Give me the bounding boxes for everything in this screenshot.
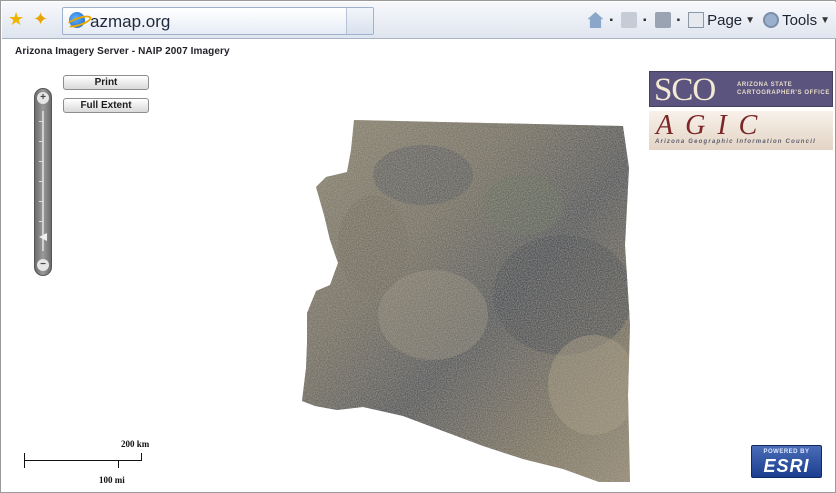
new-tab-button[interactable] (346, 8, 373, 34)
sco-logo-letters: SCO (654, 72, 716, 108)
scale-tick (24, 453, 25, 468)
esri-logo[interactable]: POWERED BY ESRI (751, 445, 822, 478)
scale-line (24, 460, 142, 461)
chevron-down-icon[interactable]: ▪ (643, 15, 647, 26)
sco-logo[interactable]: SCO ARIZONA STATE CARTOGRAPHER'S OFFICE (649, 71, 833, 107)
scale-km-label: 200 km (121, 439, 150, 449)
home-button[interactable]: ▪ (587, 12, 613, 28)
chevron-down-icon[interactable]: ▪ (677, 15, 681, 26)
add-favorites-star-icon[interactable]: ✦ (33, 10, 48, 28)
esri-logo-tagline: POWERED BY (763, 449, 810, 455)
print-button[interactable]: Print (63, 75, 149, 90)
favorites-star-icon[interactable]: ★ (8, 10, 24, 28)
full-extent-button[interactable]: Full Extent (63, 98, 149, 113)
feeds-button[interactable]: ▪ (621, 12, 647, 28)
agic-logo-letters: AGIC (656, 110, 770, 141)
zoom-slider[interactable]: + − (34, 88, 52, 276)
gear-icon (763, 12, 780, 28)
page-menu-label: Page (707, 11, 743, 29)
esri-logo-name: ESRI (763, 456, 810, 476)
zoom-tick (39, 121, 43, 122)
print-browser-button[interactable]: ▪ (654, 12, 681, 28)
agic-logo-subtitle: Arizona Geographic Information Council (655, 139, 816, 145)
page-icon (688, 12, 705, 28)
zoom-tick (39, 181, 43, 182)
chevron-down-icon: ▼ (820, 14, 830, 26)
sco-logo-subtitle: ARIZONA STATE CARTOGRAPHER'S OFFICE (737, 82, 830, 96)
zoom-in-button[interactable]: + (37, 92, 49, 104)
scale-bar: 200 km 100 mi (21, 439, 166, 485)
page-title: Arizona Imagery Server - NAIP 2007 Image… (15, 46, 230, 57)
browser-toolbar: ★ ✦ azmap.org ▪ ▪ ▪ Page ▼ Tools ▼ (2, 2, 836, 39)
browser-tab[interactable]: azmap.org (62, 7, 374, 35)
zoom-tick (39, 201, 43, 202)
zoom-out-button[interactable]: − (37, 259, 49, 271)
scale-mi-label: 100 mi (99, 475, 125, 485)
home-icon (587, 12, 604, 28)
scale-tick (141, 453, 142, 461)
tools-menu-label: Tools (782, 11, 818, 29)
zoom-tick (39, 221, 43, 222)
feed-icon (621, 12, 638, 28)
command-bar: ▪ ▪ ▪ Page ▼ Tools ▼ (579, 9, 830, 31)
chevron-down-icon: ▼ (745, 14, 756, 26)
chevron-down-icon[interactable]: ▪ (609, 15, 613, 26)
browser-window: ★ ✦ azmap.org ▪ ▪ ▪ Page ▼ Tools ▼ Arizo… (0, 0, 836, 493)
page-menu-button[interactable]: Page ▼ (688, 12, 755, 29)
printer-icon (654, 12, 671, 28)
zoom-tick (39, 161, 43, 162)
scale-tick (118, 460, 119, 468)
agic-logo[interactable]: AGIC Arizona Geographic Information Coun… (649, 111, 833, 150)
zoom-tick (39, 141, 43, 142)
tools-menu-button[interactable]: Tools ▼ (763, 12, 830, 29)
internet-explorer-icon (69, 12, 85, 28)
tab-title: azmap.org (90, 12, 171, 31)
